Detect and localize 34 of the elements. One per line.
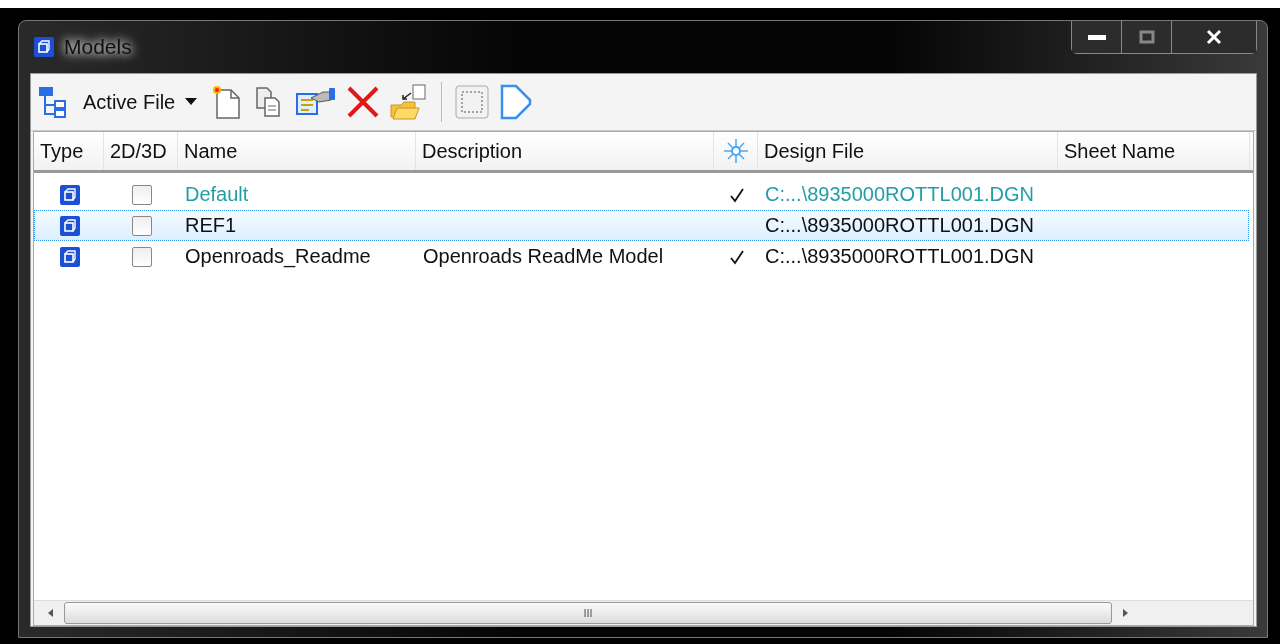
column-header[interactable]: Description (416, 132, 714, 170)
design-file-path: C:...\8935000ROTTL001.DGN (765, 214, 1034, 237)
selected-row[interactable]: REF1 C:...\8935000ROTTL001.DGN (34, 210, 1249, 241)
model-name: Default (185, 183, 249, 206)
model-icon (34, 37, 54, 57)
scrollbar-thumb[interactable]: III (64, 602, 1112, 624)
select-area-icon[interactable] (454, 84, 491, 120)
design-file-path: C:...\8935000ROTTL001.DGN (765, 183, 1034, 206)
sparkle-icon (722, 138, 749, 164)
column-header[interactable]: Type (34, 132, 104, 170)
close-icon (1206, 29, 1222, 45)
checkbox[interactable] (132, 184, 152, 205)
model-icon (60, 184, 80, 205)
model-icon (60, 215, 80, 236)
checkbox[interactable] (132, 215, 152, 236)
model-icon (60, 246, 80, 267)
minimize-button[interactable] (1072, 21, 1122, 53)
column-header[interactable]: 2D/3D (104, 132, 178, 170)
model-name: REF1 (185, 214, 237, 237)
horizontal-scrollbar[interactable]: III (34, 600, 1253, 625)
maximize-icon (1138, 30, 1155, 44)
active-file-dropdown[interactable]: Active File (79, 90, 202, 114)
maximize-button[interactable] (1122, 21, 1172, 53)
scroll-right-icon[interactable] (1120, 608, 1130, 618)
design-file-path: C:...\8935000ROTTL001.DGN (765, 245, 1034, 268)
minimize-icon (1087, 33, 1106, 41)
model-description: Openroads ReadMe Model (423, 245, 664, 268)
column-header[interactable]: Design File (758, 132, 1058, 170)
model-name: Openroads_Readme (185, 245, 371, 268)
checkbox[interactable] (132, 246, 152, 267)
column-header[interactable]: Sheet Name (1058, 132, 1250, 170)
scroll-left-icon[interactable] (46, 608, 56, 618)
column-header[interactable]: Name (178, 132, 416, 170)
caret-icon (185, 98, 198, 106)
